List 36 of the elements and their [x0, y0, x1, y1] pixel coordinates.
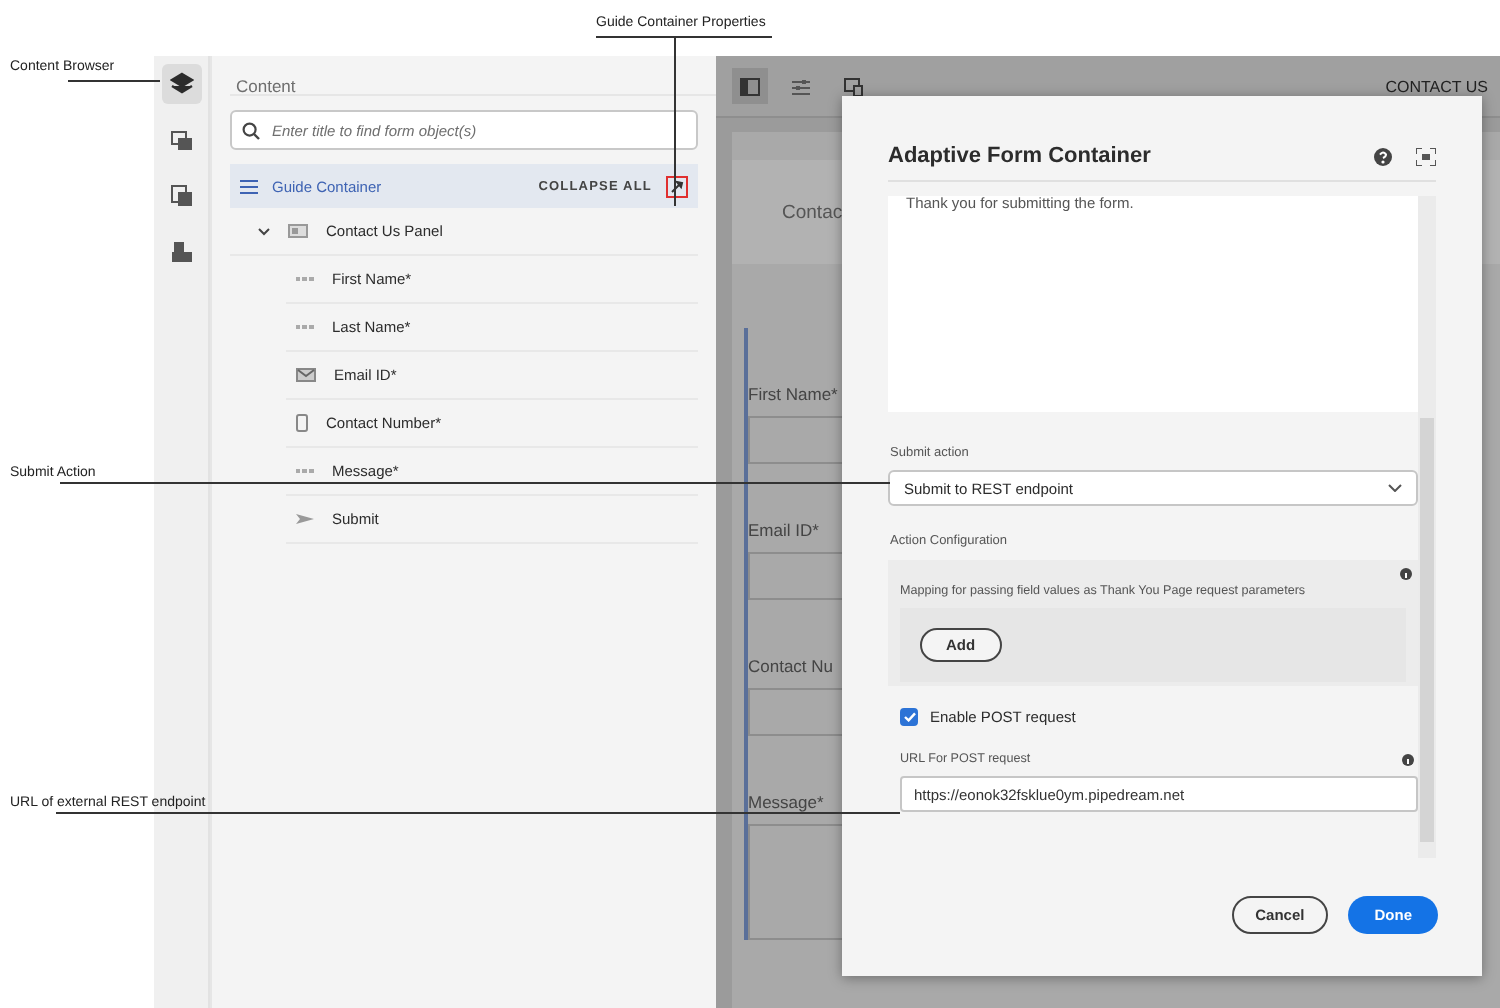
- field-label: First Name*: [748, 384, 838, 408]
- help-icon: [1374, 147, 1392, 165]
- form-field[interactable]: [748, 552, 842, 600]
- send-icon: [296, 512, 314, 526]
- help-button[interactable]: [1374, 147, 1392, 165]
- sliders-icon: [792, 77, 812, 95]
- form-field[interactable]: [748, 416, 842, 464]
- page-title: CONTACT US: [1385, 77, 1488, 95]
- check-icon: [903, 712, 915, 722]
- form-field[interactable]: [748, 824, 842, 940]
- panel-toggle-icon: [740, 77, 760, 95]
- search-icon: [242, 121, 260, 139]
- phone-icon: [296, 414, 308, 432]
- scrollbar[interactable]: [1418, 196, 1436, 858]
- list-icon: [240, 179, 258, 193]
- copy-icon: [169, 184, 193, 208]
- devices-icon: [844, 77, 864, 95]
- chevron-down-icon: [1388, 484, 1402, 492]
- properties-button[interactable]: [666, 175, 688, 197]
- text-field-icon: [296, 274, 314, 284]
- email-icon: [296, 368, 316, 382]
- field-label: Message*: [748, 792, 824, 816]
- panel-icon: [288, 224, 308, 238]
- fullscreen-button[interactable]: [1416, 147, 1436, 165]
- text-field-icon: [296, 466, 314, 476]
- sidebar-button[interactable]: [161, 64, 201, 104]
- info-icon: [1402, 753, 1414, 765]
- field-label: Email ID*: [748, 520, 819, 544]
- form-field[interactable]: [748, 688, 842, 736]
- field-label: Contact Nu: [748, 656, 834, 680]
- info-icon: [1400, 568, 1412, 580]
- fullscreen-icon: [1416, 147, 1436, 165]
- leader-line: [68, 80, 160, 82]
- layers-icon: [169, 72, 193, 96]
- checkbox[interactable]: [900, 708, 918, 726]
- text-field-icon: [296, 322, 314, 332]
